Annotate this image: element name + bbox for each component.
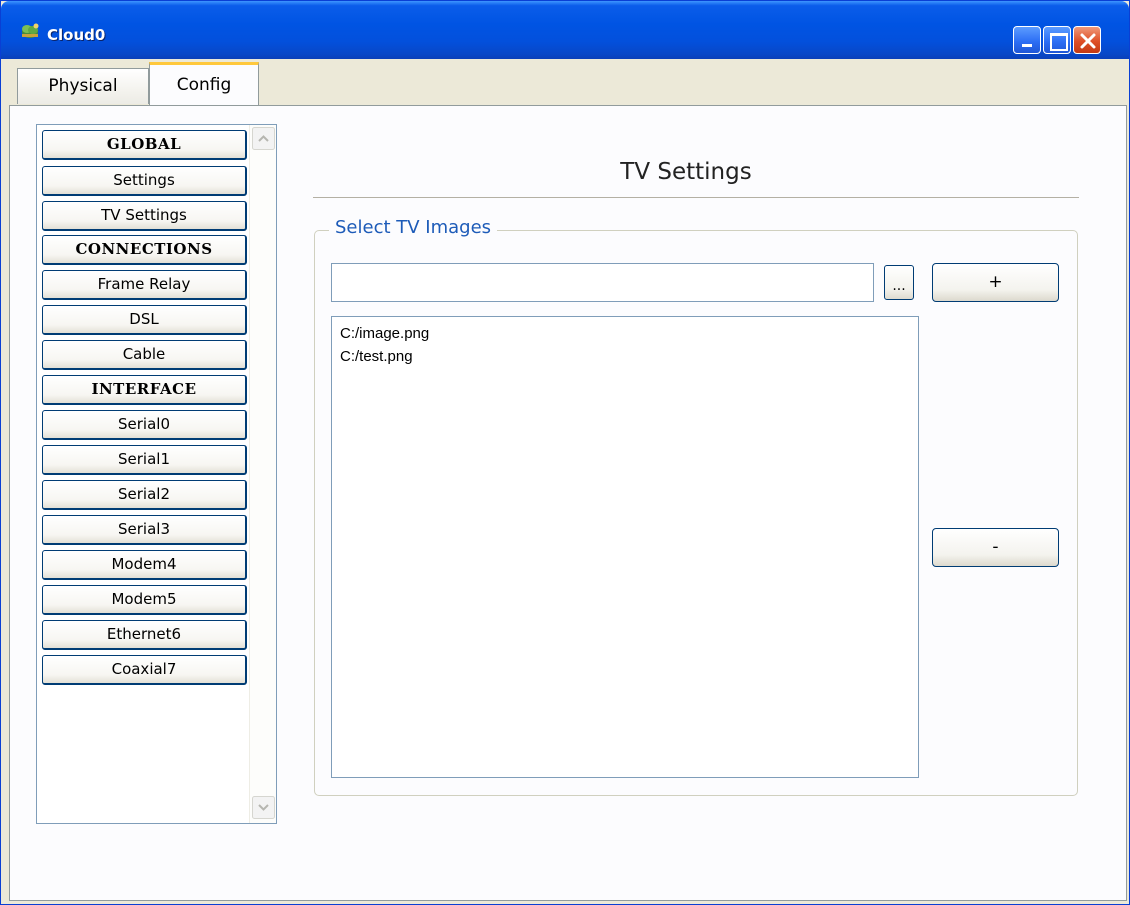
sidebar-scrollbar[interactable] (249, 125, 276, 823)
config-sidebar: GLOBAL Settings TV Settings CONNECTIONS … (36, 124, 277, 824)
sidebar-item-modem4[interactable]: Modem4 (42, 550, 247, 580)
cloud-device-icon (19, 21, 41, 41)
tab-config[interactable]: Config (149, 62, 259, 106)
title-divider (313, 197, 1079, 198)
window-title: Cloud0 (47, 26, 106, 44)
image-list[interactable]: C:/image.png C:/test.png (331, 316, 919, 778)
add-image-button[interactable]: + (932, 263, 1059, 302)
list-item[interactable]: C:/image.png (340, 322, 910, 345)
title-bar[interactable]: Cloud0 (1, 1, 1129, 59)
sidebar-item-modem5[interactable]: Modem5 (42, 585, 247, 615)
remove-image-button[interactable]: - (932, 528, 1059, 567)
browse-button[interactable]: ... (884, 265, 914, 300)
sidebar-item-serial0[interactable]: Serial0 (42, 410, 247, 440)
tab-physical[interactable]: Physical (17, 68, 149, 104)
sidebar-item-serial3[interactable]: Serial3 (42, 515, 247, 545)
sidebar-item-coaxial7[interactable]: Coaxial7 (42, 655, 247, 685)
close-button[interactable] (1073, 26, 1101, 54)
scroll-up-button[interactable] (252, 127, 275, 150)
sidebar-item-dsl[interactable]: DSL (42, 305, 247, 335)
chevron-up-icon (252, 127, 275, 150)
sidebar-item-serial1[interactable]: Serial1 (42, 445, 247, 475)
sidebar-header-connections[interactable]: CONNECTIONS (42, 235, 247, 265)
cloud-config-window: Cloud0 Physical Config GLOBAL Settings T… (0, 0, 1130, 905)
page-title: TV Settings (620, 159, 752, 185)
sidebar-item-serial2[interactable]: Serial2 (42, 480, 247, 510)
image-path-input[interactable] (331, 263, 874, 302)
minimize-button[interactable] (1013, 26, 1041, 54)
chevron-down-icon (252, 796, 275, 819)
scroll-down-button[interactable] (252, 796, 275, 819)
sidebar-item-tv-settings[interactable]: TV Settings (42, 201, 247, 231)
sidebar-item-settings[interactable]: Settings (42, 166, 247, 196)
sidebar-item-frame-relay[interactable]: Frame Relay (42, 270, 247, 300)
sidebar-header-interface[interactable]: INTERFACE (42, 375, 247, 405)
sidebar-item-ethernet6[interactable]: Ethernet6 (42, 620, 247, 650)
maximize-button[interactable] (1043, 26, 1071, 54)
sidebar-header-global[interactable]: GLOBAL (42, 130, 247, 160)
sidebar-item-cable[interactable]: Cable (42, 340, 247, 370)
close-icon (1080, 33, 1096, 49)
group-legend: Select TV Images (329, 217, 498, 238)
list-item[interactable]: C:/test.png (340, 345, 910, 368)
tab-strip: Physical Config (5, 60, 1127, 106)
